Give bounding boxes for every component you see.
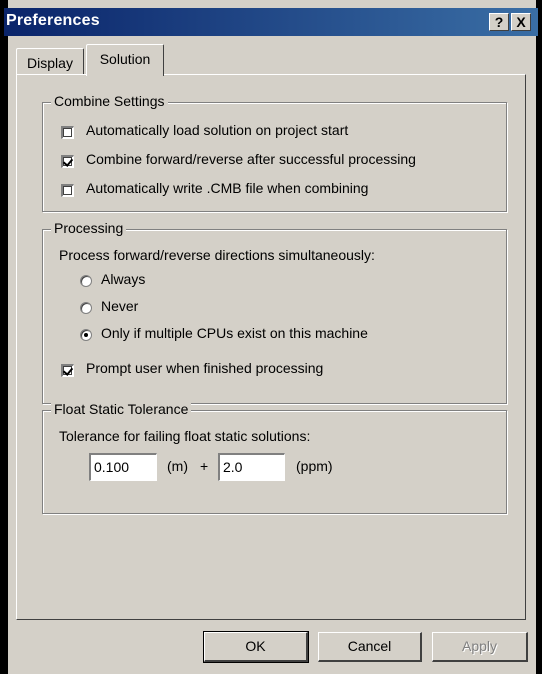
auto-load-solution-checkbox[interactable] (61, 126, 74, 139)
window-border-left (0, 0, 8, 674)
tolerance-m-input[interactable]: 0.100 (89, 453, 157, 481)
prompt-user-checkbox[interactable] (61, 364, 74, 377)
dialog-client: Display Solution Combine Settings Automa… (8, 36, 536, 674)
close-button[interactable]: X (511, 13, 531, 31)
close-icon: X (516, 14, 526, 30)
radio-always-label[interactable]: Always (101, 271, 145, 287)
auto-load-solution-label[interactable]: Automatically load solution on project s… (86, 122, 348, 138)
window-border-right (536, 0, 542, 674)
radio-multiple-cpus[interactable] (80, 329, 92, 341)
auto-write-cmb-checkbox[interactable] (61, 184, 74, 197)
tab-solution[interactable]: Solution (86, 44, 164, 76)
plus-label: + (200, 458, 209, 474)
help-button[interactable]: ? (489, 13, 509, 31)
title-bar[interactable]: Preferences ? X (4, 8, 538, 36)
tolerance-ppm-input[interactable]: 2.0 (218, 453, 285, 481)
radio-always[interactable] (80, 275, 92, 287)
process-directions-prompt: Process forward/reverse directions simul… (59, 247, 375, 263)
float-static-tolerance-label: Float Static Tolerance (51, 401, 192, 417)
unit-ppm-label: (ppm) (296, 458, 333, 474)
combine-settings-label: Combine Settings (51, 93, 168, 109)
combine-forward-reverse-checkbox[interactable] (61, 155, 74, 168)
window-title: Preferences (6, 12, 100, 29)
apply-button[interactable]: Apply (432, 632, 528, 662)
prompt-user-label[interactable]: Prompt user when finished processing (86, 360, 323, 376)
preferences-dialog: Preferences ? X Display Solution Combine… (0, 0, 542, 674)
auto-write-cmb-label[interactable]: Automatically write .CMB file when combi… (86, 180, 368, 196)
combine-forward-reverse-label[interactable]: Combine forward/reverse after successful… (86, 151, 416, 167)
radio-multiple-cpus-label[interactable]: Only if multiple CPUs exist on this mach… (101, 325, 368, 341)
tolerance-description: Tolerance for failing float static solut… (59, 428, 311, 444)
help-icon: ? (494, 14, 504, 30)
float-static-tolerance-group: Float Static Tolerance Tolerance for fai… (42, 401, 507, 514)
combine-settings-group: Combine Settings Automatically load solu… (42, 93, 507, 212)
processing-group: Processing Process forward/reverse direc… (42, 220, 507, 404)
radio-never[interactable] (80, 302, 92, 314)
cancel-button[interactable]: Cancel (318, 632, 422, 662)
radio-never-label[interactable]: Never (101, 298, 138, 314)
ok-button[interactable]: OK (203, 631, 309, 663)
unit-m-label: (m) (167, 458, 188, 474)
tab-display[interactable]: Display (16, 48, 84, 76)
processing-label: Processing (51, 220, 127, 236)
